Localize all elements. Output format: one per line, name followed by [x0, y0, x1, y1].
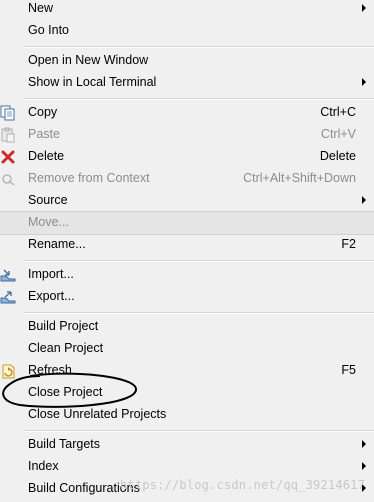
menu-separator: [24, 98, 374, 100]
menu-item-source[interactable]: Source: [0, 190, 374, 212]
import-icon: [0, 269, 16, 282]
menu-item-close-unrelated-projects[interactable]: Close Unrelated Projects: [0, 404, 374, 426]
menu-item-move[interactable]: Move...: [0, 211, 374, 235]
menu-item-new[interactable]: New: [0, 0, 374, 20]
menu-item-label: Paste: [28, 127, 60, 141]
shortcut-label: F2: [341, 237, 356, 251]
context-menu: New Go Into Open in New Window Show in L…: [0, 0, 374, 502]
menu-item-show-in-local-terminal[interactable]: Show in Local Terminal: [0, 72, 374, 94]
submenu-arrow-icon: [362, 4, 366, 12]
menu-item-label: Copy: [28, 105, 58, 119]
menu-item-open-in-new-window[interactable]: Open in New Window: [0, 50, 374, 72]
menu-item-paste[interactable]: Paste Ctrl+V: [0, 124, 374, 146]
menu-item-remove-from-context[interactable]: Remove from Context Ctrl+Alt+Shift+Down: [0, 168, 374, 190]
menu-item-label: Show in Local Terminal: [28, 75, 157, 89]
menu-item-label: Build Project: [28, 319, 99, 333]
menu-item-label: New: [28, 1, 54, 15]
menu-item-build-project[interactable]: Build Project: [0, 316, 374, 338]
refresh-icon: [2, 364, 15, 379]
menu-separator: [24, 430, 374, 432]
menu-item-label: Remove from Context: [28, 171, 150, 185]
watermark-text: https://blog.csdn.net/qq_39214617: [120, 478, 366, 492]
menu-item-copy[interactable]: Copy Ctrl+C: [0, 102, 374, 124]
menu-item-label: Close Project: [28, 385, 103, 399]
menu-item-label: Move...: [28, 215, 69, 229]
submenu-arrow-icon: [362, 196, 366, 204]
submenu-arrow-icon: [362, 462, 366, 470]
menu-separator: [24, 312, 374, 314]
remove-context-icon: [2, 174, 15, 186]
copy-icon: [0, 105, 15, 121]
menu-item-import[interactable]: Import...: [0, 264, 374, 286]
menu-item-export[interactable]: Export...: [0, 286, 374, 308]
menu-separator: [24, 260, 374, 262]
menu-item-label: Rename...: [28, 237, 86, 251]
menu-item-label: Refresh: [28, 363, 72, 377]
submenu-arrow-icon: [362, 440, 366, 448]
menu-item-label: Build Targets: [28, 437, 101, 451]
shortcut-label: F5: [341, 363, 356, 377]
menu-item-label: Clean Project: [28, 341, 104, 355]
menu-item-build-targets[interactable]: Build Targets: [0, 434, 374, 456]
shortcut-label: Ctrl+C: [320, 105, 356, 119]
menu-separator: [24, 46, 374, 48]
menu-item-label: Source: [28, 193, 68, 207]
menu-item-close-project[interactable]: Close Project: [0, 382, 374, 404]
menu-item-delete[interactable]: Delete Delete: [0, 146, 374, 168]
menu-item-rename[interactable]: Rename... F2: [0, 234, 374, 256]
menu-item-label: Delete: [28, 149, 65, 163]
menu-item-index[interactable]: Index: [0, 456, 374, 478]
menu-item-label: Index: [28, 459, 59, 473]
menu-item-label: Import...: [28, 267, 74, 281]
menu-item-label: Export...: [28, 289, 75, 303]
export-icon: [0, 291, 16, 304]
paste-icon: [1, 127, 15, 143]
delete-icon: [1, 150, 15, 164]
menu-item-clean-project[interactable]: Clean Project: [0, 338, 374, 360]
submenu-arrow-icon: [362, 78, 366, 86]
menu-item-go-into[interactable]: Go Into: [0, 20, 374, 42]
menu-item-refresh[interactable]: Refresh F5: [0, 360, 374, 382]
shortcut-label: Ctrl+V: [320, 127, 356, 141]
menu-item-label: Go Into: [28, 23, 69, 37]
shortcut-label: Delete: [319, 149, 356, 163]
shortcut-label: Ctrl+Alt+Shift+Down: [243, 171, 356, 185]
menu-item-label: Close Unrelated Projects: [28, 407, 167, 421]
menu-item-label: Open in New Window: [28, 53, 149, 67]
